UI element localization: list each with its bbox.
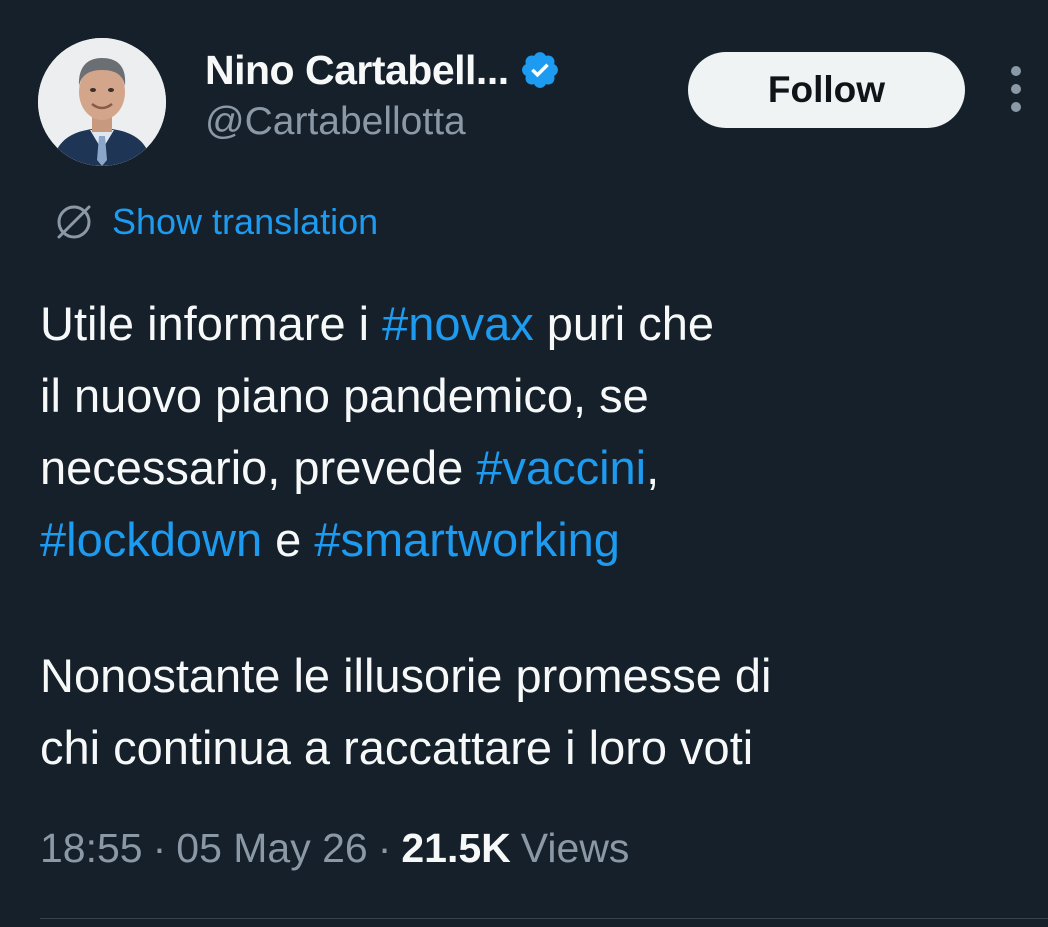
tweet-time[interactable]: 18:55 <box>40 825 143 872</box>
tweet-line: chi continua a raccattare i loro voti <box>40 712 1020 784</box>
tweet-text-segment: Utile informare i <box>40 297 383 350</box>
author-display-name[interactable]: Nino Cartabell... <box>205 47 509 94</box>
tweet-line: #lockdown e #smartworking <box>40 504 1020 576</box>
meta-separator: · <box>152 825 167 871</box>
views-label: Views <box>520 825 630 871</box>
tweet-meta: 18:55 · 05 May 26 · 21.5K Views <box>40 825 629 872</box>
author-name-row[interactable]: Nino Cartabell... <box>205 44 561 96</box>
tweet-line: il nuovo piano pandemico, se <box>40 360 1020 432</box>
hashtag-link[interactable]: #novax <box>382 297 534 350</box>
author-handle[interactable]: @Cartabellotta <box>205 100 466 144</box>
tweet-line: necessario, prevede #vaccini, <box>40 432 1020 504</box>
show-translation-link[interactable]: Show translation <box>112 201 378 243</box>
avatar[interactable] <box>38 38 166 166</box>
more-dot <box>1011 102 1021 112</box>
show-translation-row[interactable]: Show translation <box>52 196 378 248</box>
verified-badge-icon <box>519 49 561 91</box>
tweet-text-segment: puri che <box>533 297 714 350</box>
tweet-text-segment: chi continua a raccattare i loro voti <box>40 721 754 774</box>
tweet-card: Nino Cartabell... @Cartabellotta Follow … <box>0 0 1048 927</box>
follow-button[interactable]: Follow <box>688 52 965 128</box>
tweet-text-segment: il nuovo piano pandemico, se <box>40 369 649 422</box>
tweet-text: Utile informare i #novax puri che il nuo… <box>40 288 1020 784</box>
hashtag-link[interactable]: #vaccini <box>476 441 646 494</box>
tweet-text-segment: e <box>262 513 315 566</box>
tweet-date[interactable]: 05 May 26 <box>176 825 367 872</box>
hashtag-link[interactable]: #lockdown <box>40 513 262 566</box>
views-count[interactable]: 21.5K <box>401 825 510 872</box>
hashtag-link[interactable]: #smartworking <box>314 513 620 566</box>
more-vertical-icon[interactable] <box>1003 66 1029 112</box>
more-dot <box>1011 66 1021 76</box>
tweet-text-segment: , <box>646 441 660 494</box>
tweet-text-segment: Nonostante le illusorie promesse di <box>40 649 772 702</box>
divider <box>40 918 1048 919</box>
tweet-line: Nonostante le illusorie promesse di <box>40 640 1020 712</box>
tweet-line: Utile informare i #novax puri che <box>40 288 1020 360</box>
more-dot <box>1011 84 1021 94</box>
meta-separator: · <box>377 825 392 871</box>
globe-icon <box>52 200 96 244</box>
tweet-text-segment: necessario, prevede <box>40 441 477 494</box>
